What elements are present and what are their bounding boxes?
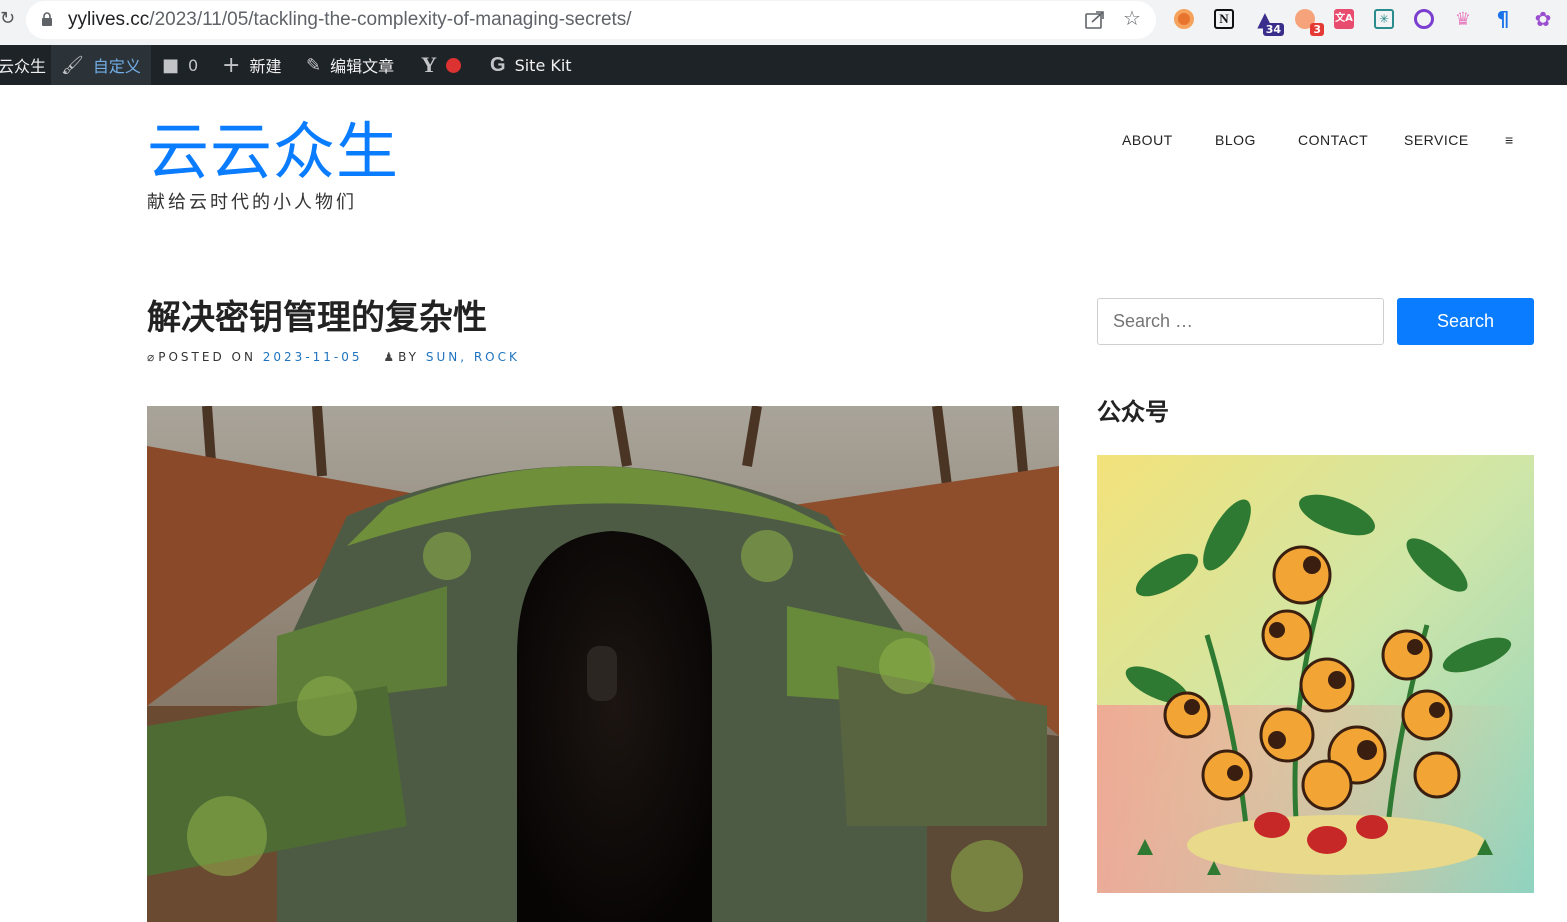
admin-site-name[interactable]: 云众生 <box>0 45 46 85</box>
featured-image <box>147 406 1059 922</box>
post-meta: ⌀ POSTED ON 2023-11-05 ♟ BY SUN, ROCK <box>147 350 520 364</box>
menu-more-icon[interactable]: ≡ <box>1505 132 1514 148</box>
wechat-qr-image[interactable] <box>1097 455 1534 893</box>
share-icon[interactable] <box>1084 9 1106 31</box>
posted-on-label: POSTED ON <box>158 350 256 364</box>
nav-service[interactable]: SERVICE <box>1404 132 1469 148</box>
admin-customize[interactable]: 🖌 自定义 <box>51 45 151 85</box>
post-author-link[interactable]: SUN, ROCK <box>426 350 520 364</box>
admin-new[interactable]: + 新建 <box>222 45 281 85</box>
admin-sitekit[interactable]: G Site Kit <box>490 45 572 85</box>
bookmark-star-icon[interactable]: ☆ <box>1123 6 1141 30</box>
site-title[interactable]: 云云众生 <box>147 112 399 192</box>
nav-about[interactable]: ABOUT <box>1122 132 1173 148</box>
admin-yoast[interactable]: Y <box>421 45 461 85</box>
search-button[interactable]: Search <box>1397 298 1534 345</box>
admin-new-label: 新建 <box>249 57 282 76</box>
post-date-link[interactable]: 2023-11-05 <box>263 350 363 364</box>
yoast-icon: Y <box>421 52 437 77</box>
search-input[interactable] <box>1097 298 1384 345</box>
widget-title: 公众号 <box>1097 398 1169 426</box>
graduation-cap-icon[interactable]: ▲ 34 <box>1252 6 1284 36</box>
admin-site-name-label: 云众生 <box>0 57 47 76</box>
blue-flag-icon[interactable]: ¶ <box>1490 6 1516 32</box>
notion-icon[interactable]: N <box>1211 6 1237 32</box>
reload-icon[interactable]: ↻ <box>0 8 15 29</box>
link-icon: ⌀ <box>147 350 155 364</box>
nav-contact[interactable]: CONTACT <box>1298 132 1368 148</box>
site-tagline: 献给云时代的小人物们 <box>147 192 357 213</box>
google-g-icon: G <box>490 53 506 76</box>
admin-comments[interactable]: ■ 0 <box>162 45 198 85</box>
grid-extension-icon[interactable]: ✳ <box>1371 6 1397 32</box>
bubbles-extension-icon[interactable]: 3 <box>1292 6 1324 36</box>
admin-customize-label: 自定义 <box>92 57 141 76</box>
admin-sitekit-label: Site Kit <box>514 55 572 75</box>
browser-toolbar: ↻ yylives.cc/2023/11/05/tackling-the-com… <box>0 0 1567 45</box>
url-path: /2023/11/05/tackling-the-complexity-of-m… <box>149 9 632 30</box>
admin-edit-post[interactable]: ✎ 编辑文章 <box>306 45 394 85</box>
url-host: yylives.cc <box>68 9 150 30</box>
paintbrush-icon: 🖌 <box>61 54 84 76</box>
wp-admin-bar: 云众生 🖌 自定义 ■ 0 + 新建 ✎ 编辑文章 Y G Site Kit <box>0 45 1567 85</box>
admin-comments-count: 0 <box>188 55 199 75</box>
admin-edit-label: 编辑文章 <box>330 57 395 76</box>
crown-icon[interactable]: ♛ <box>1450 6 1476 32</box>
comment-bubble-icon: ■ <box>162 54 180 76</box>
user-icon: ♟ <box>383 350 395 364</box>
extension-badge: 3 <box>1310 23 1324 36</box>
seo-status-dot <box>445 57 461 73</box>
url-text[interactable]: yylives.cc/2023/11/05/tackling-the-compl… <box>68 9 632 31</box>
nav-blog[interactable]: BLOG <box>1215 132 1256 148</box>
lock-icon[interactable] <box>42 12 52 26</box>
by-label: BY <box>398 350 419 364</box>
post-title: 解决密钥管理的复杂性 <box>147 298 487 338</box>
plus-icon: + <box>222 52 241 78</box>
extension-badge: 34 <box>1262 23 1284 36</box>
translate-icon[interactable]: 文A <box>1331 6 1357 32</box>
pencil-icon: ✎ <box>306 54 322 76</box>
address-bar[interactable]: yylives.cc/2023/11/05/tackling-the-compl… <box>26 1 1156 39</box>
record-extension-icon[interactable] <box>1171 6 1197 32</box>
purple-circle-icon[interactable] <box>1411 6 1437 32</box>
openai-icon[interactable]: ✿ <box>1530 6 1556 32</box>
